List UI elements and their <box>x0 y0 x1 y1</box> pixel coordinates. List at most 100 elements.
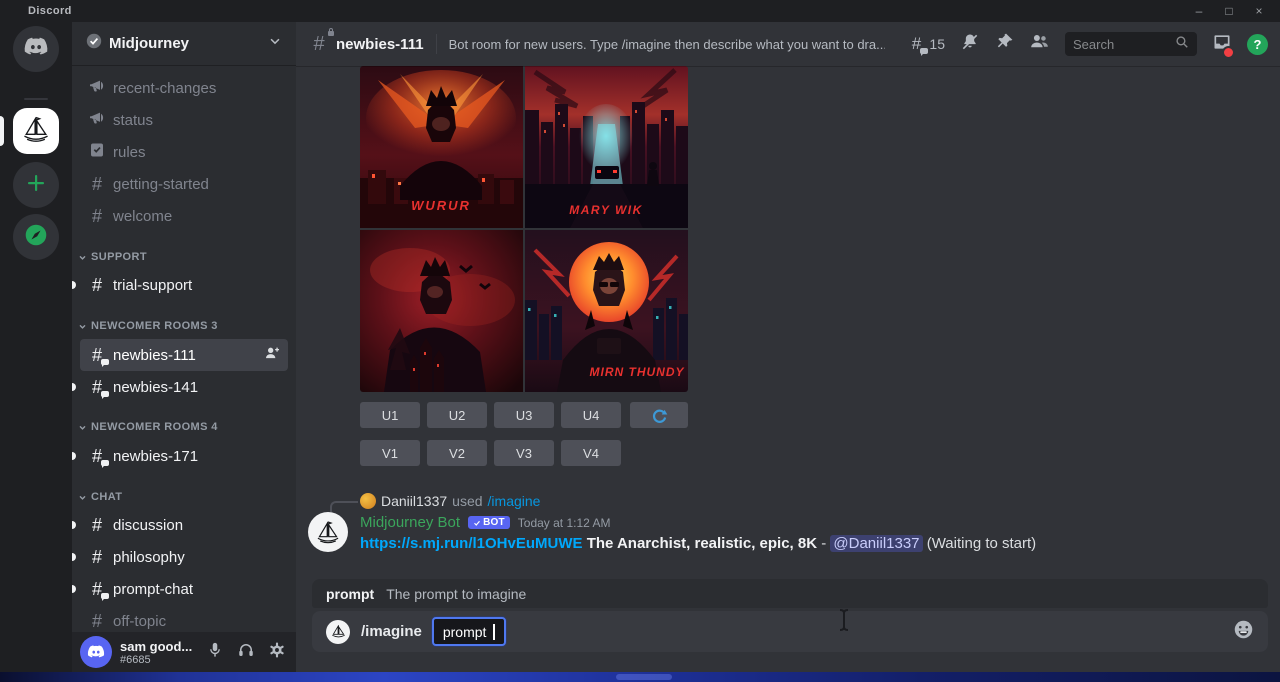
username: sam good... <box>120 639 206 654</box>
v2-button[interactable]: V2 <box>427 440 487 466</box>
generated-image-4[interactable]: MIRN THUNDY <box>525 230 688 392</box>
headphones-icon[interactable] <box>237 641 255 664</box>
sidebar-item-welcome[interactable]: # welcome <box>80 200 288 232</box>
maximize-button[interactable]: □ <box>1214 0 1244 22</box>
user-mention[interactable]: @Daniil1337 <box>830 535 922 552</box>
u1-button[interactable]: U1 <box>360 402 420 428</box>
sidebar-item-recent-changes[interactable]: recent-changes <box>80 72 288 104</box>
create-invite-icon[interactable] <box>264 345 280 365</box>
sidebar-item-newbies-171[interactable]: # newbies-171 <box>80 440 288 472</box>
job-link[interactable]: https://s.mj.run/l1OHvEuMUWE <box>360 535 583 552</box>
channel-label: newbies-111 <box>113 347 257 364</box>
rerun-button[interactable] <box>630 402 688 428</box>
sidebar-item-discussion[interactable]: # discussion <box>80 509 288 541</box>
u4-button[interactable]: U4 <box>561 402 621 428</box>
avatar[interactable] <box>80 636 112 668</box>
channel-name: newbies-111 <box>336 36 424 53</box>
hash-icon: # <box>88 516 106 534</box>
microphone-icon[interactable] <box>206 641 224 664</box>
help-button[interactable]: ? <box>1247 34 1268 55</box>
hash-chat-icon: # <box>88 378 106 396</box>
discord-window: Discord – □ × <box>0 0 1280 682</box>
channel-label: off-topic <box>113 613 166 630</box>
hash-icon: # <box>88 276 106 294</box>
settings-gear-icon[interactable] <box>268 641 286 664</box>
midjourney-server-button[interactable] <box>13 108 59 154</box>
u3-button[interactable]: U3 <box>494 402 554 428</box>
sidebar-item-newbies-141[interactable]: # newbies-141 <box>80 371 288 403</box>
channel-label: recent-changes <box>113 80 216 97</box>
sidebar-item-rules[interactable]: rules <box>80 136 288 168</box>
section-chat[interactable]: CHAT <box>78 491 122 503</box>
unread-indicator <box>72 281 76 289</box>
section-support[interactable]: SUPPORT <box>78 251 147 263</box>
generated-image-3[interactable] <box>360 230 523 392</box>
message-input[interactable]: /imagine prompt <box>312 611 1268 652</box>
sidebar-item-philosophy[interactable]: # philosophy <box>80 541 288 573</box>
message-content: https://s.mj.run/l1OHvEuMUWE The Anarchi… <box>360 535 1260 552</box>
generated-image-1[interactable]: WURUR <box>360 66 523 228</box>
channel-header: # newbies-111 Bot room for new users. Ty… <box>296 22 1280 66</box>
unread-indicator <box>72 521 76 529</box>
emoji-picker-button[interactable] <box>1233 619 1254 645</box>
sidebar-item-trial-support[interactable]: # trial-support <box>80 269 288 301</box>
pin-icon[interactable] <box>995 32 1014 56</box>
discord-logo-icon <box>22 33 50 66</box>
text-cursor <box>838 608 850 637</box>
inbox-button[interactable] <box>1212 32 1232 57</box>
threads-icon: # <box>907 35 925 53</box>
reply-user-avatar[interactable] <box>360 493 376 509</box>
app-title: Discord <box>28 5 72 17</box>
announcement-icon <box>88 109 106 131</box>
explore-servers-button[interactable] <box>13 214 59 260</box>
search-box[interactable] <box>1065 32 1197 56</box>
inbox-badge <box>1222 46 1235 59</box>
sidebar-item-newbies-111[interactable]: # newbies-111 <box>80 339 288 371</box>
section-newcomer-rooms-4[interactable]: NEWCOMER ROOMS 4 <box>78 421 218 433</box>
sidebar-item-status[interactable]: status <box>80 104 288 136</box>
upscale-button-row: U1 U2 U3 U4 <box>360 402 688 428</box>
hash-icon: # <box>88 612 106 630</box>
used-command[interactable]: /imagine <box>488 493 541 509</box>
notifications-muted-icon[interactable] <box>960 32 980 57</box>
reply-username[interactable]: Daniil1337 <box>381 493 447 509</box>
u2-button[interactable]: U2 <box>427 402 487 428</box>
search-input[interactable] <box>1071 36 1175 53</box>
prompt-option-field[interactable]: prompt <box>432 617 506 646</box>
channel-label: prompt-chat <box>113 581 193 598</box>
command-option-hint[interactable]: prompt The prompt to imagine <box>312 579 1268 608</box>
unread-indicator <box>72 585 76 593</box>
unread-indicator <box>72 553 76 561</box>
unread-indicator <box>72 383 76 391</box>
members-icon[interactable] <box>1029 31 1050 57</box>
channel-label: newbies-171 <box>113 448 198 465</box>
taskbar-highlight <box>616 674 672 680</box>
bot-username[interactable]: Midjourney Bot <box>360 514 460 531</box>
v4-button[interactable]: V4 <box>561 440 621 466</box>
section-newcomer-rooms-3[interactable]: NEWCOMER ROOMS 3 <box>78 320 218 332</box>
v1-button[interactable]: V1 <box>360 440 420 466</box>
message-header: Midjourney Bot BOT Today at 1:12 AM <box>360 514 611 531</box>
user-info[interactable]: sam good... #6685 <box>120 639 206 666</box>
chevron-down-icon <box>268 34 282 53</box>
generated-image-2[interactable]: MARY WIK <box>525 66 688 228</box>
midjourney-image-grid[interactable]: WURUR MARY WIK <box>360 66 688 392</box>
v3-button[interactable]: V3 <box>494 440 554 466</box>
hash-icon: # <box>88 548 106 566</box>
active-command: /imagine <box>361 623 422 640</box>
add-server-button[interactable] <box>13 162 59 208</box>
user-discriminator: #6685 <box>120 654 206 666</box>
channel-topic[interactable]: Bot room for new users. Type /imagine th… <box>449 37 885 52</box>
option-description: The prompt to imagine <box>386 586 526 602</box>
window-controls: – □ × <box>1184 0 1274 22</box>
minimize-button[interactable]: – <box>1184 0 1214 22</box>
sidebar-item-prompt-chat[interactable]: # prompt-chat <box>80 573 288 605</box>
home-button[interactable] <box>13 26 59 72</box>
server-header[interactable]: Midjourney <box>72 22 296 66</box>
close-button[interactable]: × <box>1244 0 1274 22</box>
search-icon <box>1175 35 1189 54</box>
threads-button[interactable]: # 15 <box>907 35 945 53</box>
bot-avatar[interactable] <box>308 512 348 552</box>
sidebar-item-getting-started[interactable]: # getting-started <box>80 168 288 200</box>
announcement-icon <box>88 77 106 99</box>
